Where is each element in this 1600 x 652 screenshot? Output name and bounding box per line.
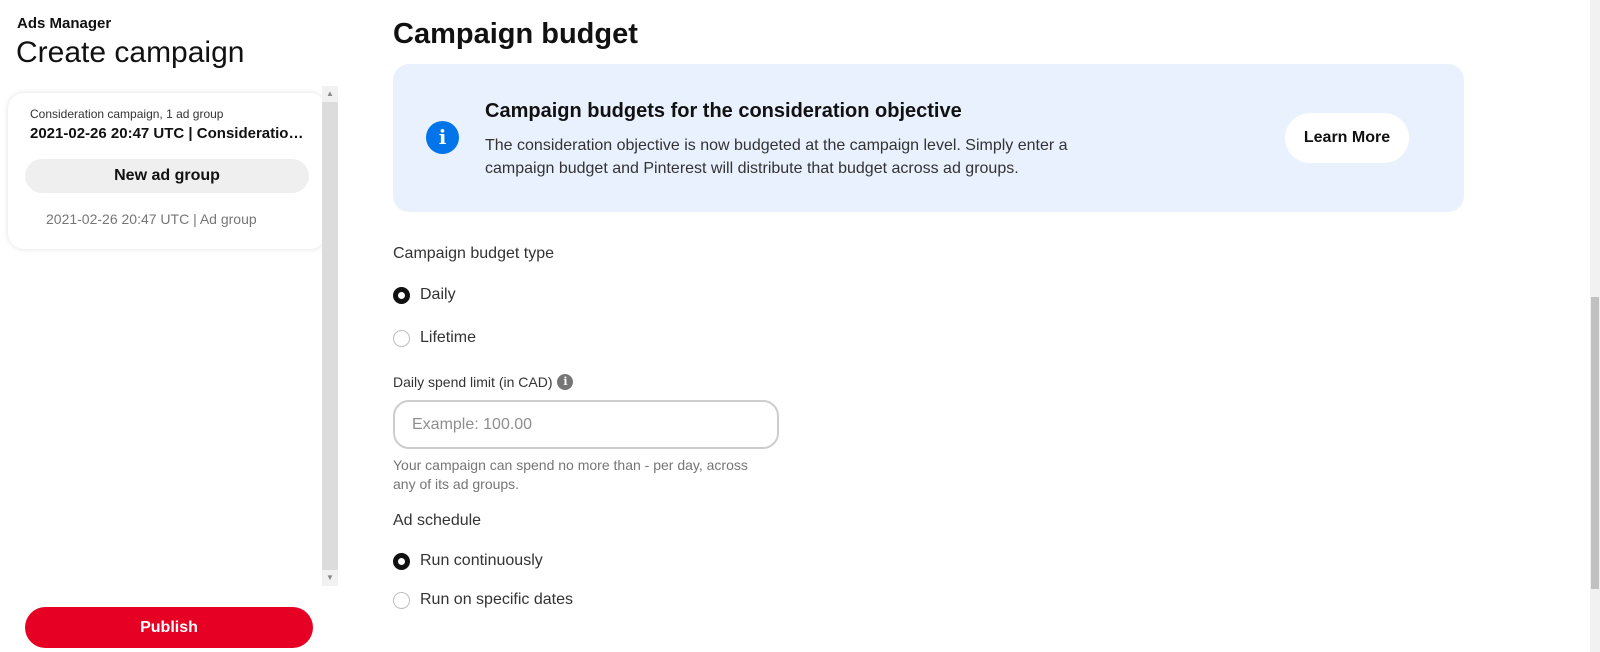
learn-more-button[interactable]: Learn More [1285,113,1409,163]
budget-type-label: Campaign budget type [393,245,554,262]
sidebar-scrollbar-thumb[interactable] [322,102,338,570]
campaign-card[interactable]: Consideration campaign, 1 ad group 2021-… [8,93,326,249]
radio-checked-icon[interactable] [393,286,410,304]
radio-checked-icon[interactable] [393,552,410,570]
page-scrollbar[interactable] [1590,0,1600,652]
radio-label: Run continuously [420,552,543,569]
section-title: Campaign budget [393,18,638,50]
radio-lifetime[interactable]: Lifetime [393,327,476,349]
radio-run-continuously[interactable]: Run continuously [393,550,543,572]
radio-unchecked-icon[interactable] [393,329,410,347]
scroll-down-arrow-icon[interactable]: ▼ [322,570,338,586]
radio-label: Lifetime [420,329,477,346]
radio-run-specific-dates[interactable]: Run on specific dates [393,589,573,611]
campaign-name[interactable]: 2021-02-26 20:47 UTC | Consideration cam… [30,125,306,142]
info-icon[interactable]: i [557,374,574,390]
sidebar: Ads Manager Create campaign Consideratio… [0,0,340,652]
info-banner: i Campaign budgets for the consideration… [393,64,1464,212]
banner-title: Campaign budgets for the consideration o… [485,100,962,122]
app-name: Ads Manager [17,15,112,32]
spend-limit-label-text: Daily spend limit (in CAD) [393,374,553,390]
publish-button[interactable]: Publish [25,607,313,648]
new-ad-group-button[interactable]: New ad group [25,159,309,193]
radio-daily[interactable]: Daily [393,284,456,306]
radio-label: Daily [420,286,456,303]
daily-spend-limit-input[interactable] [393,400,779,449]
campaign-meta: Consideration campaign, 1 ad group [30,107,224,121]
sidebar-scrollbar[interactable]: ▲ ▼ [322,86,338,586]
ad-schedule-label: Ad schedule [393,512,482,529]
page-title: Create campaign [16,36,245,69]
radio-label: Run on specific dates [420,591,573,608]
banner-text: The consideration objective is now budge… [485,137,1068,177]
scroll-up-arrow-icon[interactable]: ▲ [322,86,338,102]
page-scrollbar-thumb[interactable] [1591,297,1599,589]
ad-group-item[interactable]: 2021-02-26 20:47 UTC | Ad group [46,211,257,227]
info-icon: i [426,121,459,154]
spend-limit-label: Daily spend limit (in CAD) i [393,374,574,390]
radio-unchecked-icon[interactable] [393,591,410,609]
spend-limit-helper-text: Your campaign can spend no more than - p… [393,457,748,492]
